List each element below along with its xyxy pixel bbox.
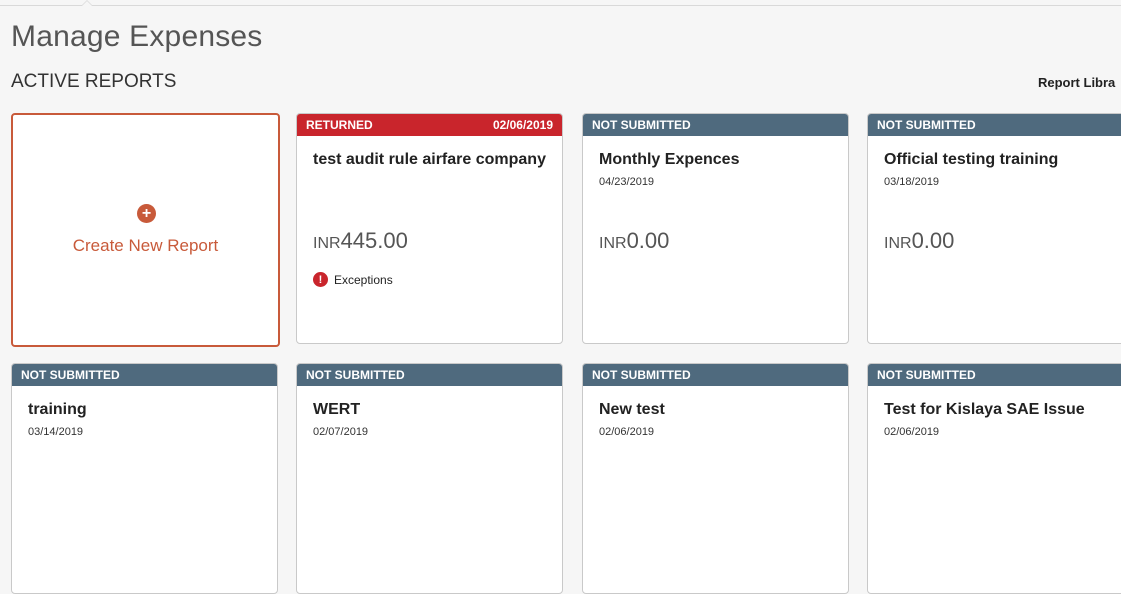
- report-status: RETURNED: [306, 118, 373, 132]
- report-amount-value: 0.00: [626, 228, 670, 253]
- report-card[interactable]: NOT SUBMITTED WERT 02/07/2019: [296, 363, 563, 594]
- section-title: ACTIVE REPORTS: [11, 71, 177, 92]
- report-name: training: [28, 401, 87, 418]
- report-status-header: NOT SUBMITTED: [12, 364, 277, 386]
- report-status: NOT SUBMITTED: [592, 368, 691, 382]
- report-name: Official testing training: [884, 151, 1059, 168]
- exceptions-label: Exceptions: [334, 272, 393, 287]
- report-status: NOT SUBMITTED: [877, 118, 976, 132]
- report-amount: INR0.00: [884, 228, 954, 254]
- plus-circle-icon: +: [137, 204, 156, 223]
- report-amount-value: 0.00: [911, 228, 955, 253]
- report-status-header: NOT SUBMITTED: [868, 364, 1121, 386]
- report-card[interactable]: NOT SUBMITTED Official testing training …: [867, 113, 1121, 344]
- report-card[interactable]: NOT SUBMITTED Monthly Expences 04/23/201…: [582, 113, 849, 344]
- report-exceptions[interactable]: ! Exceptions: [313, 272, 393, 287]
- report-status-header: RETURNED 02/06/2019: [297, 114, 562, 136]
- report-library-link[interactable]: Report Libra: [1038, 75, 1115, 90]
- page-title: Manage Expenses: [11, 20, 263, 53]
- create-new-report-button[interactable]: + Create New Report: [11, 113, 280, 347]
- report-card[interactable]: NOT SUBMITTED training 03/14/2019: [11, 363, 278, 594]
- report-currency: INR: [599, 235, 627, 252]
- report-status-header: NOT SUBMITTED: [583, 364, 848, 386]
- report-name: test audit rule airfare company: [313, 151, 546, 168]
- report-status: NOT SUBMITTED: [21, 368, 120, 382]
- report-status: NOT SUBMITTED: [306, 368, 405, 382]
- create-new-report-label: Create New Report: [72, 236, 219, 255]
- report-name: New test: [599, 401, 665, 418]
- report-date: 02/07/2019: [313, 426, 369, 438]
- report-status-date: 02/06/2019: [492, 118, 553, 132]
- report-amount-value: 445.00: [340, 228, 408, 253]
- report-name: Monthly Expences: [599, 151, 740, 168]
- report-status: NOT SUBMITTED: [592, 118, 691, 132]
- report-amount: INR0.00: [599, 228, 669, 254]
- report-date: 03/18/2019: [884, 176, 940, 188]
- report-date: 04/23/2019: [599, 176, 655, 188]
- report-currency: INR: [313, 235, 341, 252]
- top-divider: [0, 5, 1121, 6]
- report-card[interactable]: NOT SUBMITTED Test for Kislaya SAE Issue…: [867, 363, 1121, 594]
- report-name: WERT: [313, 401, 361, 418]
- report-status-header: NOT SUBMITTED: [583, 114, 848, 136]
- report-amount: INR445.00: [313, 228, 408, 254]
- report-currency: INR: [884, 235, 912, 252]
- report-status: NOT SUBMITTED: [877, 368, 976, 382]
- exclamation-icon: !: [313, 272, 328, 287]
- report-date: 02/06/2019: [599, 426, 655, 438]
- report-status-header: NOT SUBMITTED: [297, 364, 562, 386]
- report-card[interactable]: RETURNED 02/06/2019 test audit rule airf…: [296, 113, 563, 344]
- report-status-header: NOT SUBMITTED: [868, 114, 1121, 136]
- report-date: 03/14/2019: [28, 426, 84, 438]
- report-name: Test for Kislaya SAE Issue: [884, 401, 1085, 418]
- report-card[interactable]: NOT SUBMITTED New test 02/06/2019: [582, 363, 849, 594]
- report-date: 02/06/2019: [884, 426, 940, 438]
